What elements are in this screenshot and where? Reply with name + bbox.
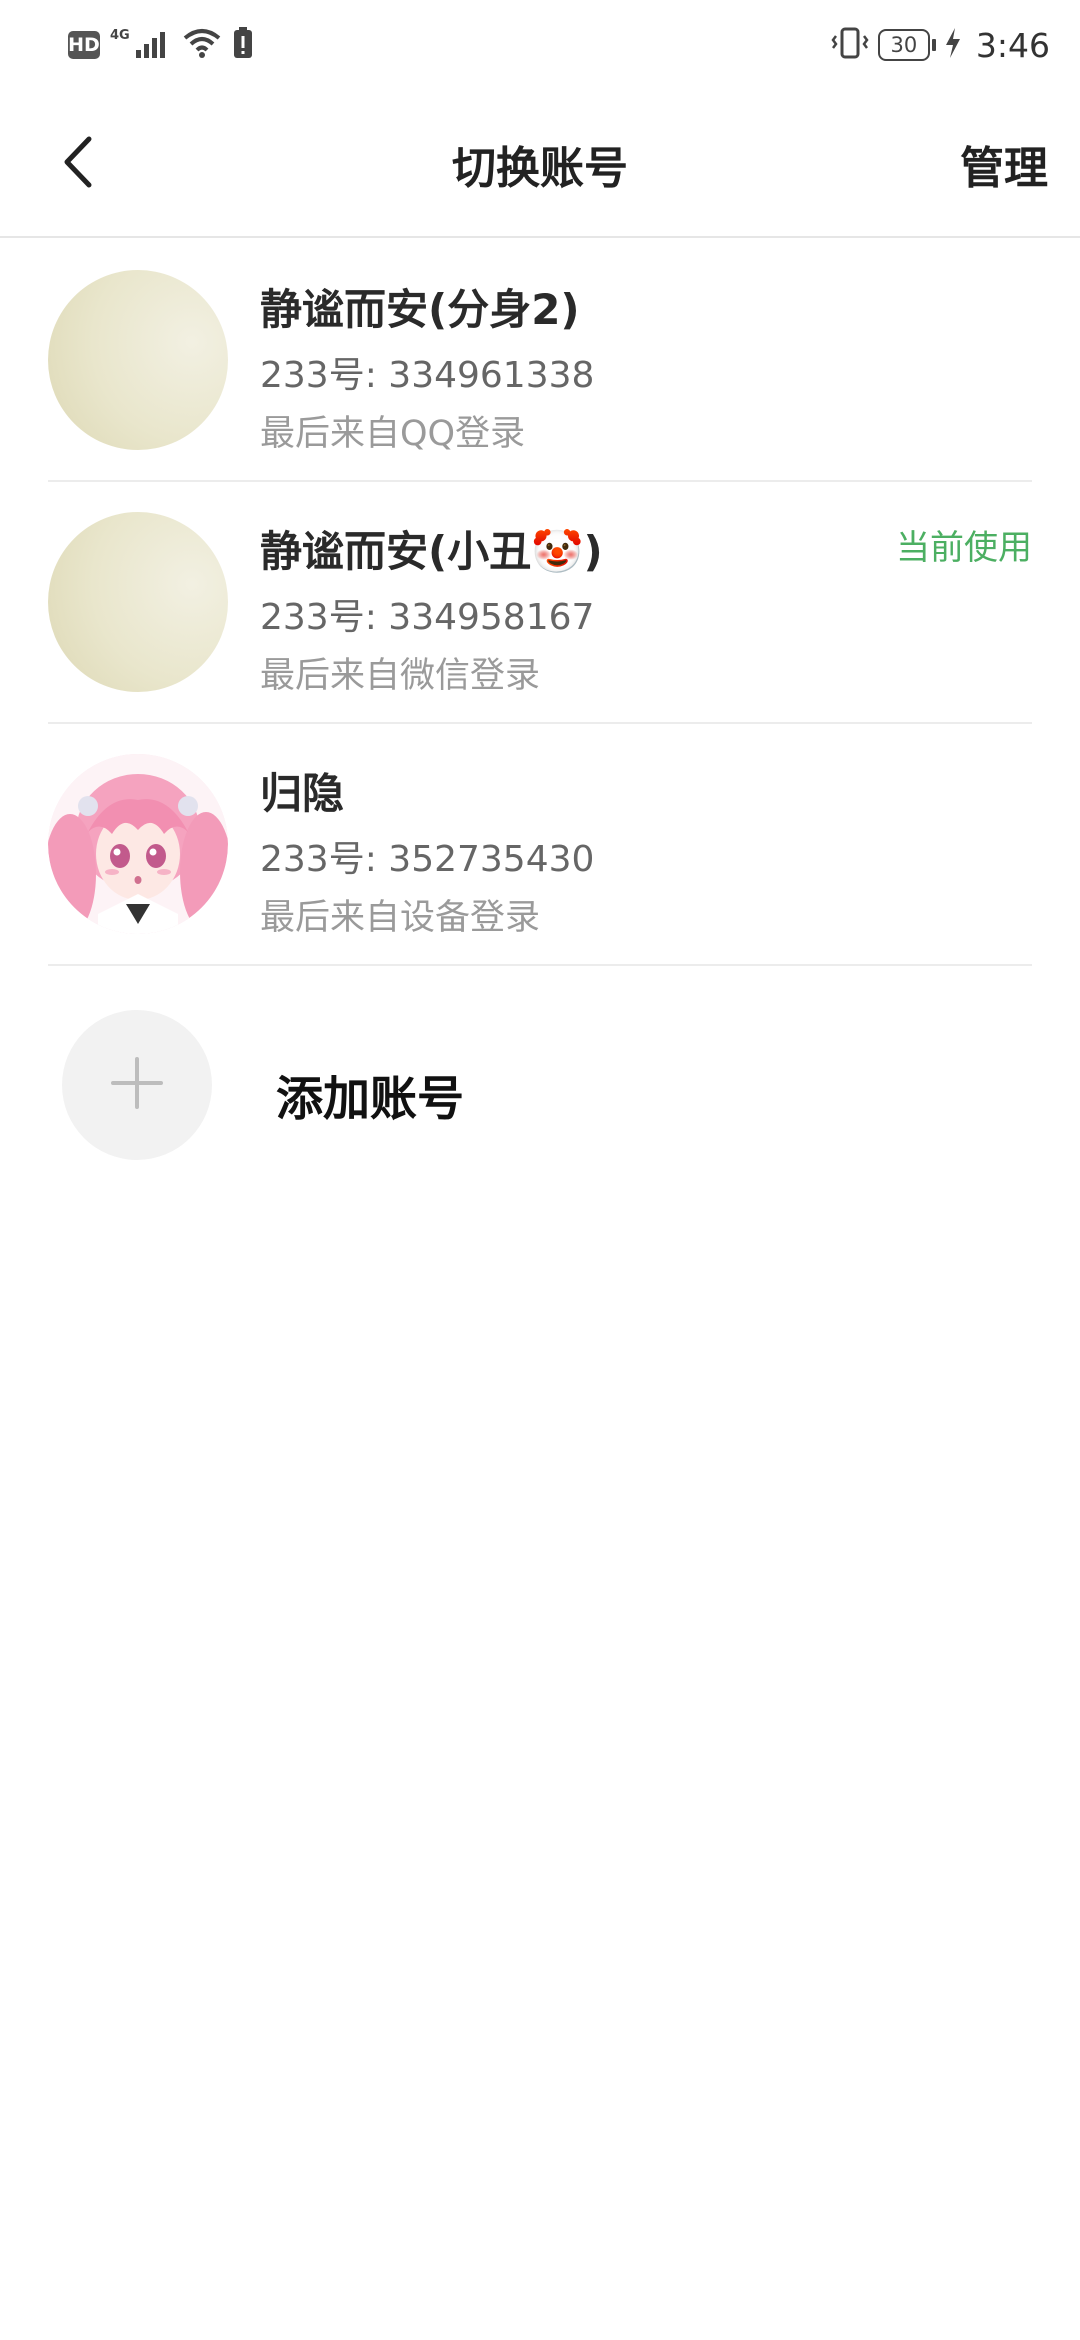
alert-icon <box>232 26 254 64</box>
battery-level-label: 30 <box>890 33 918 57</box>
current-account-badge: 当前使用 <box>896 528 1032 568</box>
account-item[interactable]: 静谧而安(小丑🤡) 233号: 334958167 最后来自微信登录 当前使用 <box>48 482 1032 724</box>
vibrate-icon <box>830 26 870 64</box>
plus-icon <box>111 1057 163 1113</box>
account-name: 归隐 <box>260 769 345 818</box>
status-bar: HD 4G 30 3:46 <box>0 0 1080 90</box>
add-account-button[interactable]: 添加账号 <box>62 1010 962 1160</box>
charging-icon <box>944 26 962 64</box>
account-item[interactable]: 静谧而安(分身2) 233号: 334961338 最后来自QQ登录 <box>48 240 1032 482</box>
account-id: 233号: 334961338 <box>260 355 595 396</box>
signal-icon <box>134 26 172 64</box>
wifi-icon <box>182 26 222 64</box>
add-account-label: 添加账号 <box>276 1072 464 1127</box>
status-right: 30 3:46 <box>830 24 1050 66</box>
account-item[interactable]: 归隐 233号: 352735430 最后来自设备登录 <box>48 724 1032 966</box>
nav-bar: 切换账号 管理 <box>0 90 1080 238</box>
account-login-source: 最后来自QQ登录 <box>260 414 526 454</box>
battery-icon: 30 <box>877 29 936 61</box>
status-left: HD 4G <box>68 24 254 66</box>
account-login-source: 最后来自设备登录 <box>260 898 541 938</box>
hd-icon: HD <box>68 31 100 59</box>
avatar <box>48 512 228 692</box>
page-title: 切换账号 <box>452 143 628 194</box>
avatar <box>48 754 228 934</box>
account-id: 233号: 334958167 <box>260 597 595 638</box>
account-name: 静谧而安(分身2) <box>260 285 580 334</box>
status-time: 3:46 <box>975 25 1050 65</box>
add-circle <box>62 1010 212 1160</box>
account-login-source: 最后来自微信登录 <box>260 656 541 696</box>
avatar <box>48 270 228 450</box>
network-type-label: 4G <box>110 27 130 43</box>
account-name: 静谧而安(小丑🤡) <box>260 527 603 576</box>
manage-button[interactable]: 管理 <box>960 132 1048 196</box>
account-list: 静谧而安(分身2) 233号: 334961338 最后来自QQ登录 静谧而安(… <box>0 240 1080 966</box>
account-id: 233号: 352735430 <box>260 839 595 880</box>
